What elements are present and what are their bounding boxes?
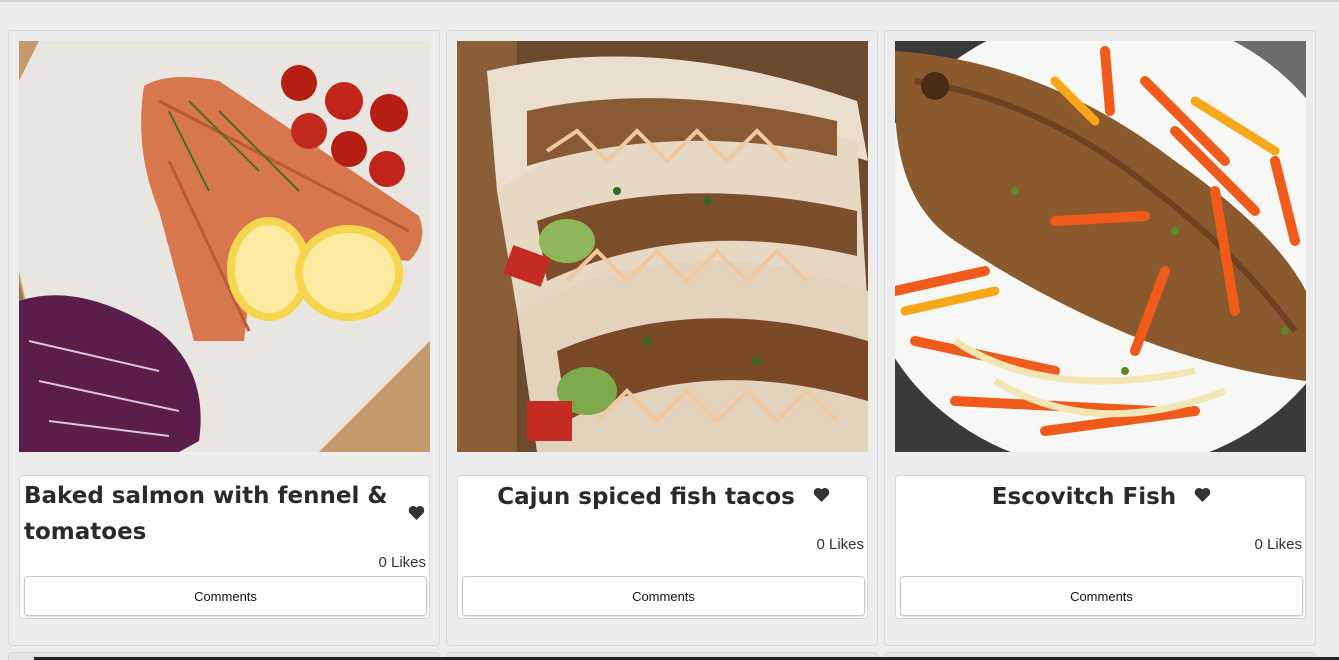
recipe-card: Escovitch Fish 0 Likes Comments — [884, 30, 1316, 646]
recipe-card: Cajun spiced fish tacos 0 Likes Comments — [446, 30, 878, 646]
recipe-title: Escovitch Fish — [896, 479, 1307, 515]
recipe-title: Cajun spiced fish tacos — [458, 479, 869, 515]
heart-icon[interactable] — [813, 487, 830, 502]
recipe-image[interactable] — [895, 41, 1306, 452]
likes-count: 0 Likes — [816, 536, 864, 553]
comments-button[interactable]: Comments — [462, 576, 865, 616]
likes-count: 0 Likes — [378, 554, 426, 571]
recipe-image[interactable] — [457, 41, 868, 452]
recipe-title: Baked salmon with fennel & tomatoes — [24, 483, 388, 545]
recipe-info: Baked salmon with fennel & tomatoes 0 Li… — [19, 475, 430, 619]
heart-icon[interactable] — [1194, 487, 1211, 502]
comments-button[interactable]: Comments — [900, 576, 1303, 616]
recipe-card: Baked salmon with fennel & tomatoes 0 Li… — [8, 30, 440, 646]
recipe-title-text: Escovitch Fish — [991, 484, 1177, 510]
likes-count: 0 Likes — [1254, 536, 1302, 553]
top-divider — [0, 0, 1339, 2]
recipe-info: Escovitch Fish 0 Likes Comments — [895, 475, 1306, 619]
recipe-title-text: Cajun spiced fish tacos — [497, 484, 795, 510]
comments-button[interactable]: Comments — [24, 576, 427, 616]
recipe-image[interactable] — [19, 41, 430, 452]
recipe-info: Cajun spiced fish tacos 0 Likes Comments — [457, 475, 868, 619]
heart-icon[interactable] — [408, 505, 425, 520]
